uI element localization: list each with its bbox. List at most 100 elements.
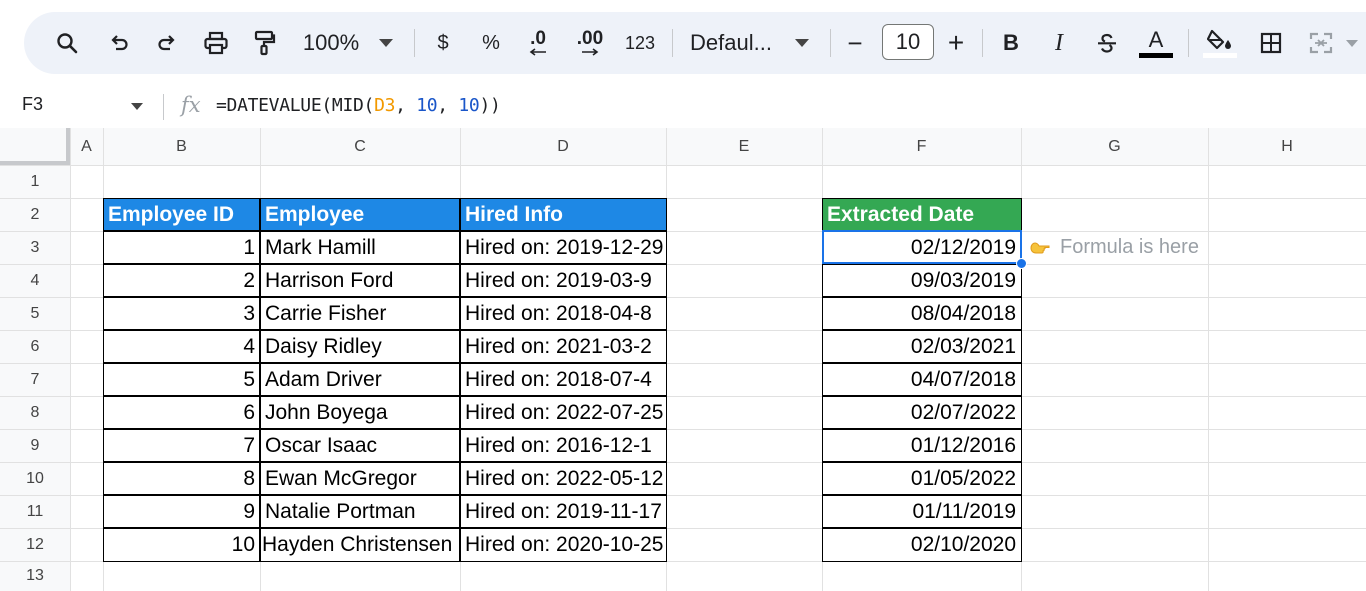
name-box[interactable]: F3 [22,94,43,115]
cell-hired-info[interactable]: Hired on: 2019-03-9 [460,264,666,297]
cell-employee-name[interactable]: Adam Driver [260,363,460,396]
cell-hired-info[interactable]: Hired on: 2018-04-8 [460,297,666,330]
merge-dropdown-icon[interactable] [1342,12,1362,74]
cell-employee-id[interactable]: 8 [103,462,260,495]
column-header-c[interactable]: C [260,128,460,165]
row-header-3[interactable]: 3 [0,231,70,264]
cell-employee-id[interactable]: 7 [103,429,260,462]
row-header-7[interactable]: 7 [0,363,70,396]
paint-format-icon[interactable] [246,12,282,74]
cell-employee-name[interactable]: Natalie Portman [260,495,460,528]
row-header-9[interactable]: 9 [0,429,70,462]
zoom-dropdown-icon[interactable] [376,12,396,74]
font-dropdown-icon[interactable] [792,12,812,74]
cell-employee-id[interactable]: 5 [103,363,260,396]
cell-employee-name[interactable]: Carrie Fisher [260,297,460,330]
cell-hired-info[interactable]: Hired on: 2019-11-17 [460,495,666,528]
formula-text: =DATEVALUE(MID( [216,95,375,116]
increase-font-size-button[interactable]: + [942,12,970,74]
column-header-g[interactable]: G [1021,128,1208,165]
fill-color-swatch [1203,52,1237,58]
bold-button[interactable]: B [998,12,1024,74]
row-header-11[interactable]: 11 [0,495,70,528]
pointing-hand-icon [1030,241,1050,253]
cell-hired-info[interactable]: Hired on: 2022-07-25 [460,396,666,429]
search-icon[interactable] [50,12,84,74]
cell-employee-id[interactable]: 10 [103,528,260,561]
cell-extracted-date[interactable]: 08/04/2018 [822,297,1021,330]
cell-hired-info[interactable]: Hired on: 2019-12-29 [460,231,666,264]
name-box-dropdown-icon[interactable] [131,103,143,110]
cell-employee-name[interactable]: John Boyega [260,396,460,429]
fill-handle[interactable] [1016,258,1027,269]
cell-extracted-date[interactable]: 04/07/2018 [822,363,1021,396]
text-color-button[interactable]: A [1138,12,1174,74]
decrease-font-size-button[interactable]: − [842,12,868,74]
cell-employee-id[interactable]: 2 [103,264,260,297]
cell-employee-name[interactable]: Oscar Isaac [260,429,460,462]
column-header-f[interactable]: F [822,128,1021,165]
print-icon[interactable] [198,12,234,74]
italic-button[interactable]: I [1046,12,1072,74]
decrease-decimal-button[interactable]: .0 [521,12,555,74]
cell-hired-info[interactable]: Hired on: 2020-10-25 [460,528,666,561]
column-header-d[interactable]: D [460,128,666,165]
cell-hired-info[interactable]: Hired on: 2022-05-12 [460,462,666,495]
font-family-select[interactable]: Defaul... [690,12,778,74]
cell-extracted-date[interactable]: 01/11/2019 [822,495,1021,528]
formula-bar-divider [163,94,164,120]
cell-hired-info[interactable]: Hired on: 2021-03-2 [460,330,666,363]
redo-icon[interactable] [150,12,184,74]
cell-employee-id[interactable]: 1 [103,231,260,264]
cell-employee-name[interactable]: Ewan McGregor [260,462,460,495]
cell-extracted-date[interactable]: 02/03/2021 [822,330,1021,363]
column-header-b[interactable]: B [103,128,260,165]
select-all-corner[interactable] [0,128,70,165]
row-header-10[interactable]: 10 [0,462,70,495]
number-format-button[interactable]: 123 [620,12,660,74]
formula-number: 10 [458,95,480,116]
font-size-input[interactable]: 10 [882,24,934,60]
cell-employee-id[interactable]: 9 [103,495,260,528]
cell-employee-name[interactable]: Daisy Ridley [260,330,460,363]
cell-employee-id[interactable]: 6 [103,396,260,429]
strikethrough-icon[interactable] [1092,12,1122,74]
borders-icon[interactable] [1256,12,1286,74]
cell-extracted-date[interactable]: 01/05/2022 [822,462,1021,495]
percent-button[interactable]: % [478,12,504,74]
currency-button[interactable]: $ [430,12,456,74]
fill-color-button[interactable] [1202,12,1238,74]
cell-extracted-date[interactable]: 02/10/2020 [822,528,1021,561]
increase-decimal-button[interactable]: .00 [570,12,610,74]
row-header-8[interactable]: 8 [0,396,70,429]
row-header-2[interactable]: 2 [0,198,70,231]
cell-extracted-date[interactable]: 01/12/2016 [822,429,1021,462]
row-header-4[interactable]: 4 [0,264,70,297]
cell-employee-name[interactable]: Harrison Ford [260,264,460,297]
cell-hired-info[interactable]: Hired on: 2016-12-1 [460,429,666,462]
row-header-1[interactable]: 1 [0,165,70,198]
column-header-e[interactable]: E [666,128,822,165]
zoom-select[interactable]: 100% [296,12,366,74]
cell-extracted-date[interactable]: 02/12/2019 [822,231,1021,264]
header-employee-id[interactable]: Employee ID [103,198,260,231]
row-header-6[interactable]: 6 [0,330,70,363]
header-hired-info[interactable]: Hired Info [460,198,666,231]
row-header-5[interactable]: 5 [0,297,70,330]
merge-cells-icon[interactable] [1306,12,1336,74]
cell-extracted-date[interactable]: 09/03/2019 [822,264,1021,297]
header-employee[interactable]: Employee [260,198,460,231]
row-header-12[interactable]: 12 [0,528,70,561]
formula-input[interactable]: =DATEVALUE(MID(D3, 10, 10)) [216,95,501,116]
header-extracted-date[interactable]: Extracted Date [822,198,1021,231]
column-header-a[interactable]: A [70,128,103,165]
cell-employee-id[interactable]: 4 [103,330,260,363]
cell-employee-name[interactable]: Mark Hamill [260,231,460,264]
cell-employee-id[interactable]: 3 [103,297,260,330]
column-header-h[interactable]: H [1208,128,1366,165]
cell-employee-name[interactable]: Hayden Christensen [260,528,460,561]
cell-hired-info[interactable]: Hired on: 2018-07-4 [460,363,666,396]
cell-extracted-date[interactable]: 02/07/2022 [822,396,1021,429]
undo-icon[interactable] [102,12,136,74]
row-header-13[interactable]: 13 [0,561,70,591]
